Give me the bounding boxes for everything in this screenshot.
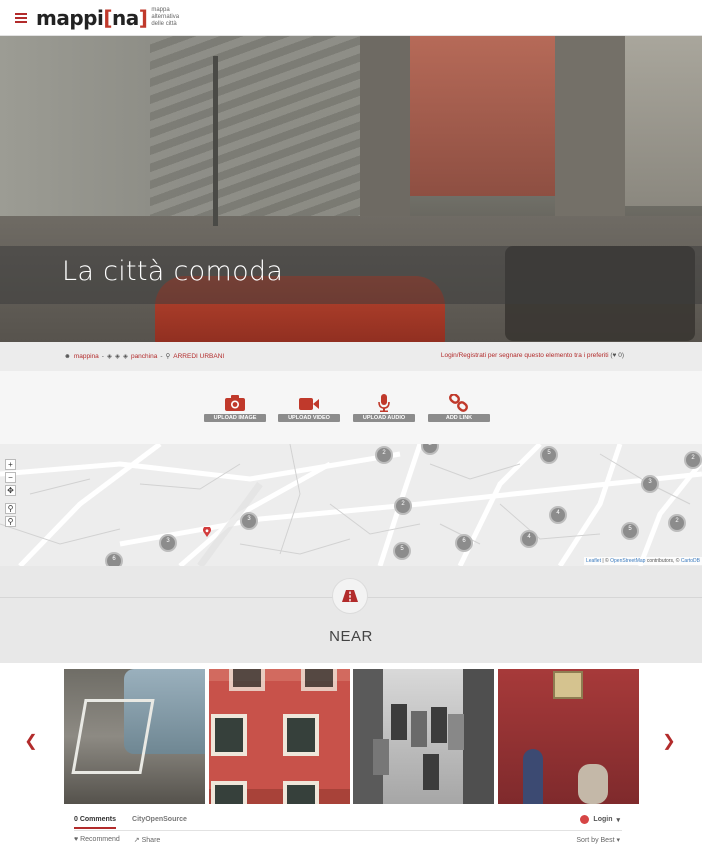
map-zoom-controls: + − ✥ ⚲ ⚲ <box>5 459 16 527</box>
map[interactable]: 2 2 5 2 3 3 2 4 3 2 5 6 4 5 6 + − ✥ ⚲ ⚲ … <box>0 444 702 566</box>
near-item-photo[interactable] <box>64 669 205 804</box>
leaflet-link[interactable]: Leaflet <box>586 558 601 564</box>
hero-image: La città comoda <box>0 36 702 342</box>
near-item-photo[interactable] <box>353 669 494 804</box>
chevron-down-icon: ▾ <box>616 837 620 844</box>
video-camera-icon <box>278 394 340 412</box>
upload-audio-button[interactable]: UPLOAD AUDIO <box>353 394 415 422</box>
near-section: NEAR <box>0 566 702 663</box>
osm-link[interactable]: OpenStreetMap <box>610 558 645 564</box>
microphone-icon <box>353 394 415 412</box>
favorite-count: 0 <box>618 352 622 359</box>
carto-link[interactable]: CartoDB <box>681 558 700 564</box>
site-tagline: mappa alternativa delle città <box>151 7 180 27</box>
item-meta: ☻ mappina - ◈ ◈ ◈ panchina - ⚲ ARREDI UR… <box>64 352 225 361</box>
tag-icon: ◈ <box>114 353 120 360</box>
share-button[interactable]: ↗ Share <box>134 836 161 844</box>
search-icon[interactable]: ⚲ <box>5 503 16 514</box>
tag-icon: ◈ <box>122 353 128 360</box>
map-marker-icon: ⚲ <box>165 353 171 360</box>
near-carousel: ❮ ❯ <box>0 663 702 808</box>
login-button[interactable]: Login ▾ <box>580 815 620 824</box>
near-heading: NEAR <box>329 628 373 645</box>
comments-tab[interactable]: 0 Comments <box>74 816 117 829</box>
site-logo[interactable]: mappi[na] <box>36 8 148 28</box>
community-tab[interactable]: CityOpenSource <box>132 816 187 829</box>
near-item-photo[interactable] <box>209 669 350 804</box>
road-icon <box>332 578 368 614</box>
camera-icon <box>204 394 266 412</box>
top-header: mappi[na] mappa alternativa delle città <box>0 0 702 36</box>
upload-section: UPLOAD IMAGE UPLOAD VIDEO UPLOAD AUDIO A… <box>0 371 702 444</box>
favorite-link[interactable]: Login/Registrati per segnare questo elem… <box>441 352 624 359</box>
fullscreen-icon[interactable]: ✥ <box>5 485 16 496</box>
zoom-in-button[interactable]: + <box>5 459 16 470</box>
page: mappi[na] mappa alternativa delle città … <box>0 0 702 850</box>
upload-video-button[interactable]: UPLOAD VIDEO <box>278 394 340 422</box>
recommend-button[interactable]: ♥ Recommend <box>74 836 120 844</box>
user-avatar-icon <box>580 815 590 824</box>
map-streets <box>0 444 702 566</box>
tag-icon: ◈ <box>106 353 112 360</box>
menu-icon[interactable] <box>15 12 27 23</box>
add-link-button[interactable]: ADD LINK <box>428 394 490 422</box>
chevron-down-icon: ▾ <box>616 816 620 824</box>
info-bar: ☻ mappina - ◈ ◈ ◈ panchina - ⚲ ARREDI UR… <box>0 342 702 371</box>
comments-section: 0 Comments CityOpenSource Login ▾ ♥ Reco… <box>0 808 702 850</box>
map-attribution: Leaflet | © OpenStreetMap contributors, … <box>583 557 702 565</box>
sort-dropdown[interactable]: Sort by Best ▾ <box>576 836 620 844</box>
tag-link[interactable]: panchina <box>131 353 157 360</box>
page-title: La città comoda <box>62 256 284 287</box>
upload-image-button[interactable]: UPLOAD IMAGE <box>204 394 266 422</box>
zoom-out-button[interactable]: − <box>5 472 16 483</box>
locate-icon[interactable]: ⚲ <box>5 516 16 527</box>
author-link[interactable]: mappina <box>74 353 99 360</box>
heart-icon: ♥ <box>612 352 617 359</box>
user-icon: ☻ <box>64 352 71 360</box>
carousel-prev-button[interactable]: ❮ <box>20 731 42 753</box>
share-icon: ↗ <box>133 837 140 844</box>
link-icon <box>428 394 490 412</box>
heart-icon: ♥ <box>74 836 79 843</box>
near-item-photo[interactable] <box>498 669 639 804</box>
category-link[interactable]: ARREDI URBANI <box>173 353 224 360</box>
carousel-next-button[interactable]: ❯ <box>658 731 680 753</box>
